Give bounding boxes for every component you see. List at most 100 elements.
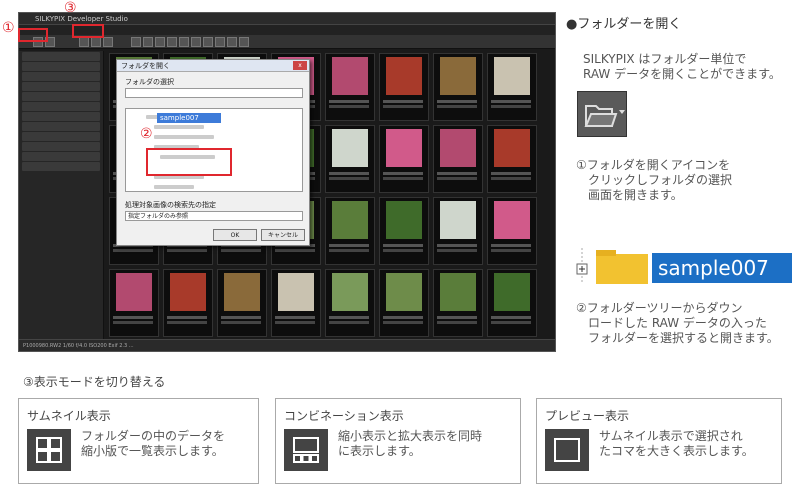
step1-line: ①フォルダを開くアイコンを — [576, 158, 731, 172]
thumbnail-image — [332, 129, 368, 167]
thumbnail-image — [494, 201, 530, 239]
mode-card-preview: プレビュー表示 サムネイル表示で選択され たコマを大きく表示します。 — [536, 398, 782, 484]
thumbnail-image — [224, 273, 260, 311]
tree-node[interactable] — [154, 125, 204, 129]
photo-thumbnail[interactable] — [379, 125, 429, 193]
panel-row[interactable] — [22, 122, 100, 131]
panel-row[interactable] — [22, 62, 100, 71]
panel-row[interactable] — [22, 162, 100, 171]
photo-thumbnail[interactable] — [433, 197, 483, 265]
photo-thumbnail[interactable] — [379, 197, 429, 265]
panel-row[interactable] — [22, 102, 100, 111]
search-target-select[interactable]: 指定フォルダのみ参照 — [125, 211, 303, 221]
thumbnail-meta — [167, 316, 207, 319]
thumbnail-meta — [491, 172, 531, 175]
thumbnail-image — [494, 129, 530, 167]
mode-desc-line: サムネイル表示で選択され — [599, 429, 743, 443]
panel-row[interactable] — [22, 132, 100, 141]
thumbnail-image — [116, 273, 152, 311]
panel-row[interactable] — [22, 152, 100, 161]
step1-line: 画面を開きます。 — [588, 188, 683, 202]
toolbar-button[interactable] — [191, 37, 201, 47]
tree-node[interactable] — [154, 135, 214, 139]
photo-thumbnail[interactable] — [433, 53, 483, 121]
sample-folder-label: sample007 — [652, 253, 792, 283]
thumbnail-image — [386, 57, 422, 95]
dialog-titlebar: フォルダを開く x — [117, 60, 309, 72]
window-title: SILKYPIX Developer Studio — [35, 15, 128, 23]
thumbnail-meta — [329, 100, 369, 103]
folder-select-label: フォルダの選択 — [125, 78, 174, 86]
thumbnail-image — [386, 273, 422, 311]
grid-icon — [27, 429, 71, 471]
ok-button[interactable]: OK — [213, 229, 257, 241]
folder-path-select[interactable] — [125, 88, 303, 98]
mode-title: プレビュー表示 — [545, 409, 630, 423]
photo-thumbnail[interactable] — [217, 269, 267, 337]
panel-row[interactable] — [22, 82, 100, 91]
photo-thumbnail[interactable] — [487, 53, 537, 121]
photo-thumbnail[interactable] — [487, 197, 537, 265]
cancel-button[interactable]: キャンセル — [261, 229, 305, 241]
photo-thumbnail[interactable] — [325, 197, 375, 265]
open-folder-icon-large — [577, 91, 627, 137]
mode-desc-line: に表示します。 — [338, 444, 421, 458]
thumbnail-image — [170, 273, 206, 311]
toolbar-button[interactable] — [167, 37, 177, 47]
control-panel — [19, 51, 104, 339]
step2-line: ロードした RAW データの入った — [588, 316, 767, 330]
preview-mode-button[interactable] — [103, 37, 113, 47]
thumbnail-meta — [437, 316, 477, 319]
thumbnail-image — [332, 201, 368, 239]
tree-node[interactable] — [154, 185, 194, 189]
intro-line: RAW データを開くことができます。 — [583, 67, 781, 81]
status-text: P1000980.RW2 1/60 f/4.0 ISO200 Exif 2.3 … — [23, 343, 134, 349]
toolbar-button[interactable] — [131, 37, 141, 47]
mode-desc-line: たコマを大きく表示します。 — [599, 444, 754, 458]
photo-thumbnail[interactable] — [433, 125, 483, 193]
step2-line: フォルダーを選択すると開きます。 — [588, 331, 779, 345]
mode-card-combination: コンビネーション表示 縮小表示と拡大表示を同時 に表示します。 — [275, 398, 521, 484]
intro-text: SILKYPIX はフォルダー単位で RAW データを開くことができます。 — [583, 52, 781, 82]
photo-thumbnail[interactable] — [109, 269, 159, 337]
panel-row[interactable] — [22, 112, 100, 121]
photo-thumbnail[interactable] — [271, 269, 321, 337]
mode-description: サムネイル表示で選択され たコマを大きく表示します。 — [599, 429, 754, 459]
panel-row[interactable] — [22, 142, 100, 151]
thumbnail-image — [386, 201, 422, 239]
toolbar-button[interactable] — [215, 37, 225, 47]
callout-three: ③ — [64, 0, 77, 16]
photo-thumbnail[interactable] — [325, 53, 375, 121]
toolbar-button[interactable] — [227, 37, 237, 47]
thumbnail-meta — [221, 316, 261, 319]
panel-row[interactable] — [22, 72, 100, 81]
combination-icon — [284, 429, 328, 471]
folder-icon — [584, 105, 625, 127]
thumbnail-mode-button[interactable] — [79, 37, 89, 47]
section-heading-view-mode: ③表示モードを切り替える — [23, 375, 166, 389]
close-icon[interactable]: x — [293, 61, 307, 70]
photo-thumbnail[interactable] — [379, 269, 429, 337]
photo-thumbnail[interactable] — [325, 125, 375, 193]
photo-thumbnail[interactable] — [433, 269, 483, 337]
selected-folder-node[interactable]: sample007 — [157, 113, 221, 123]
photo-thumbnail[interactable] — [379, 53, 429, 121]
toolbar-button[interactable] — [155, 37, 165, 47]
toolbar-button[interactable] — [179, 37, 189, 47]
status-bar: P1000980.RW2 1/60 f/4.0 ISO200 Exif 2.3 … — [19, 339, 555, 351]
combination-mode-button[interactable] — [91, 37, 101, 47]
photo-thumbnail[interactable] — [487, 269, 537, 337]
photo-thumbnail[interactable] — [325, 269, 375, 337]
toolbar-button[interactable] — [203, 37, 213, 47]
mode-title: コンビネーション表示 — [284, 409, 404, 423]
thumbnail-image — [440, 201, 476, 239]
photo-thumbnail[interactable] — [487, 125, 537, 193]
section-heading-open-folder: ●フォルダーを開く — [566, 17, 682, 32]
toolbar-button[interactable] — [143, 37, 153, 47]
photo-thumbnail[interactable] — [163, 269, 213, 337]
panel-row[interactable] — [22, 92, 100, 101]
toolbar-button[interactable] — [239, 37, 249, 47]
thumbnail-meta — [113, 316, 153, 319]
thumbnail-meta — [437, 244, 477, 247]
panel-row[interactable] — [22, 52, 100, 61]
